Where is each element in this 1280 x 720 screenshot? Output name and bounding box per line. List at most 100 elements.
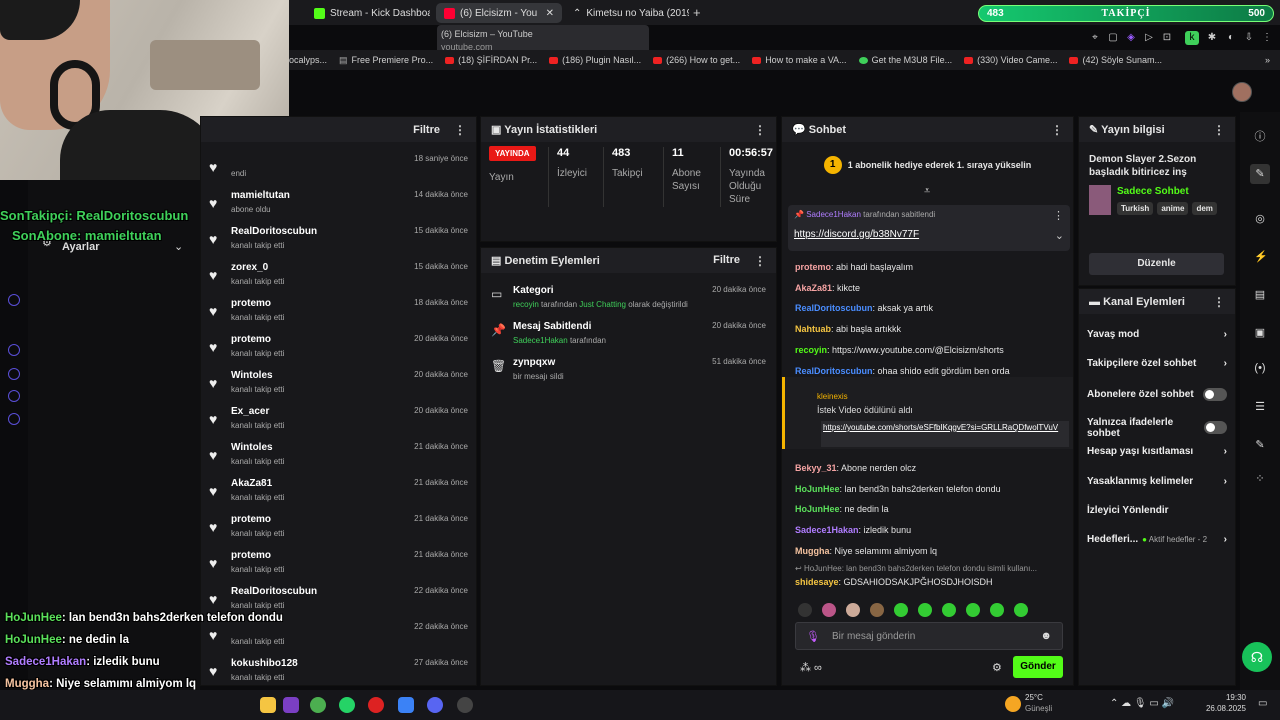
rail-icon[interactable]: [8, 413, 20, 425]
channel-action-row[interactable]: Takipçilere özel sohbet ›: [1087, 358, 1227, 369]
channel-action-row[interactable]: Hedefleri... ● Aktif hedefler - 2 ›: [1087, 534, 1227, 545]
tab-kimetsu[interactable]: ⌃ Kimetsu no Yaiba (2019): [565, 3, 689, 23]
chevron-down-icon[interactable]: ⌄: [1055, 229, 1064, 242]
tag[interactable]: Turkish: [1117, 202, 1154, 215]
list-item[interactable]: ♥ protemo kanalı takip etti 21 dakika önce: [201, 511, 476, 547]
bookmark-item[interactable]: (18) ŞİFİRDAN Pr...: [445, 55, 537, 65]
obs-icon[interactable]: [457, 697, 473, 713]
chrome-icon[interactable]: [310, 697, 326, 713]
bookmark-item[interactable]: (266) How to get...: [653, 55, 740, 65]
bookmark-item[interactable]: Get the M3U8 File...: [858, 55, 952, 65]
pin-extension-icon[interactable]: ⌖: [1088, 31, 1102, 45]
layout-icon[interactable]: ☰: [1254, 400, 1266, 413]
emoji-icon[interactable]: ☻: [1040, 630, 1052, 642]
more-options-icon[interactable]: ⋮: [1213, 123, 1225, 137]
rail-icon[interactable]: [8, 294, 20, 306]
notification-icon[interactable]: ▭: [1258, 698, 1267, 709]
info-icon[interactable]: ⓘ: [1254, 128, 1266, 143]
list-item[interactable]: ♥ protemo kanalı takip etti 20 dakika önce: [201, 331, 476, 367]
whatsapp-icon[interactable]: [339, 697, 355, 713]
moderation-filter-button[interactable]: Filtre: [713, 254, 740, 268]
target-icon[interactable]: ◎: [1254, 212, 1266, 225]
discord-icon[interactable]: [427, 697, 443, 713]
system-tray-icons[interactable]: ⌃ ☁ 🎙 ▭ 🔊: [1110, 698, 1174, 709]
list-item[interactable]: ♥ zorex_0 kanalı takip etti 15 dakika önce: [201, 259, 476, 295]
chat-message[interactable]: Nahtuab: abi başla artıkkk: [795, 324, 901, 334]
bookmark-item[interactable]: ocalyps...: [289, 55, 327, 65]
avatar[interactable]: [870, 603, 884, 617]
channel-action-row[interactable]: Yalnızca ifadelerle sohbet: [1087, 417, 1227, 439]
channel-action-row[interactable]: Abonelere özel sohbet: [1087, 387, 1227, 401]
mic-icon[interactable]: 🎙: [806, 630, 820, 643]
avatar[interactable]: [966, 603, 980, 617]
screenshot-icon[interactable]: ▢: [1106, 31, 1120, 45]
twitch-extension-icon[interactable]: ◈: [1124, 31, 1138, 45]
channel-action-row[interactable]: Yavaş mod ›: [1087, 329, 1227, 340]
channel-action-row[interactable]: Hesap yaşı kısıtlaması ›: [1087, 446, 1227, 457]
chevron-down-icon[interactable]: ⌄: [174, 240, 183, 253]
chat-message[interactable]: AkaZa81: kikcte: [795, 283, 860, 293]
category-link[interactable]: Sadece Sohbet: [1117, 186, 1189, 197]
list-item[interactable]: ♥ AkaZa81 kanalı takip etti 21 dakika önce: [201, 475, 476, 511]
rail-icon[interactable]: [8, 368, 20, 380]
bookmark-item[interactable]: (330) Video Came...: [964, 55, 1057, 65]
chat-input[interactable]: 🎙 Bir mesaj gönderin ☻: [795, 622, 1063, 650]
avatar[interactable]: [846, 603, 860, 617]
puzzle-icon[interactable]: ✱: [1205, 31, 1219, 45]
chat-settings-icon[interactable]: ⚙: [992, 661, 1002, 674]
new-tab-icon[interactable]: +: [693, 5, 701, 20]
tab-youtube[interactable]: (6) Elcisizm - YouTube ✕: [436, 3, 562, 23]
chat-icon[interactable]: ▣: [1254, 326, 1266, 339]
tag[interactable]: anime: [1157, 202, 1189, 215]
bookmark-item[interactable]: How to make a VA...: [752, 55, 847, 65]
collapse-icon[interactable]: ⩡: [924, 185, 930, 198]
list-item[interactable]: ♥ kokushibo128 kanalı takip etti 27 dakika …: [201, 655, 476, 691]
send-button[interactable]: Gönder: [1013, 656, 1063, 678]
more-options-icon[interactable]: ⋮: [1053, 209, 1064, 222]
rail-icon[interactable]: [8, 390, 20, 402]
toggle-switch[interactable]: [1203, 387, 1227, 401]
avatar[interactable]: [894, 603, 908, 617]
support-icon[interactable]: ☊: [1242, 642, 1272, 672]
chat-message[interactable]: HoJunHee: ne dedin la: [795, 504, 889, 514]
chat-message[interactable]: recoyin: https://www.youtube.com/@Elcisi…: [795, 345, 1004, 355]
toggle-switch[interactable]: [1203, 421, 1227, 435]
chat-message[interactable]: Muggha: Niye selamımı almiyom lq: [795, 546, 937, 556]
pencil-icon[interactable]: ✎: [1250, 164, 1270, 184]
menu-icon[interactable]: ⋮: [1260, 31, 1274, 45]
edit-button[interactable]: Düzenle: [1089, 253, 1224, 275]
chat-message[interactable]: HoJunHee: lan bend3n bahs2derken telefon…: [795, 484, 1001, 494]
bookmark-item[interactable]: (186) Plugin Nasıl...: [549, 55, 641, 65]
app-icon[interactable]: [398, 697, 414, 713]
list-item[interactable]: ♥ mamieltutan abone oldu 14 dakika önce: [201, 187, 476, 223]
more-options-icon[interactable]: ⋮: [454, 123, 466, 137]
channel-action-row[interactable]: İzleyici Yönlendir: [1087, 505, 1227, 516]
lightning-icon[interactable]: ⚡: [1254, 250, 1268, 263]
chat-message[interactable]: Sadece1Hakan: izledik bunu: [795, 525, 911, 535]
play-icon[interactable]: ▷: [1142, 31, 1156, 45]
avatar[interactable]: [1014, 603, 1028, 617]
more-options-icon[interactable]: ⋮: [754, 254, 766, 268]
chat-message[interactable]: protemo: abi hadi başlayalım: [795, 262, 913, 272]
extensions-icon[interactable]: ◐: [1224, 31, 1238, 45]
close-tab-icon[interactable]: ✕: [546, 8, 554, 19]
avatar[interactable]: [822, 603, 836, 617]
avatar[interactable]: [798, 603, 812, 617]
list-item[interactable]: ♥ endi 18 saniye önce: [201, 151, 476, 187]
more-options-icon[interactable]: ⋮: [754, 123, 766, 137]
bookmark-item[interactable]: (42) Söyle Sunam...: [1069, 55, 1162, 65]
more-options-icon[interactable]: ⋮: [1051, 123, 1063, 137]
document-icon[interactable]: ▤: [1254, 288, 1266, 301]
avatar[interactable]: [918, 603, 932, 617]
channel-action-row[interactable]: Yasaklanmış kelimeler ›: [1087, 476, 1227, 487]
wrench-icon[interactable]: ✎: [1254, 438, 1266, 451]
tab-kick-dashboard[interactable]: Stream - Kick Dashboard: [306, 3, 430, 23]
pinned-link[interactable]: https://discord.gg/b38Nv77F: [794, 229, 919, 240]
chat-message[interactable]: Bekyy_31: Abone nerden olcz: [795, 463, 916, 473]
avatar[interactable]: [942, 603, 956, 617]
gift-sub-banner[interactable]: 1 1 abonelik hediye ederek 1. sıraya yük…: [782, 145, 1073, 185]
downloads-icon[interactable]: ⇩: [1242, 31, 1256, 45]
avatar[interactable]: [990, 603, 1004, 617]
broadcast-icon[interactable]: (•): [1254, 362, 1266, 374]
tag[interactable]: dem: [1192, 202, 1217, 215]
